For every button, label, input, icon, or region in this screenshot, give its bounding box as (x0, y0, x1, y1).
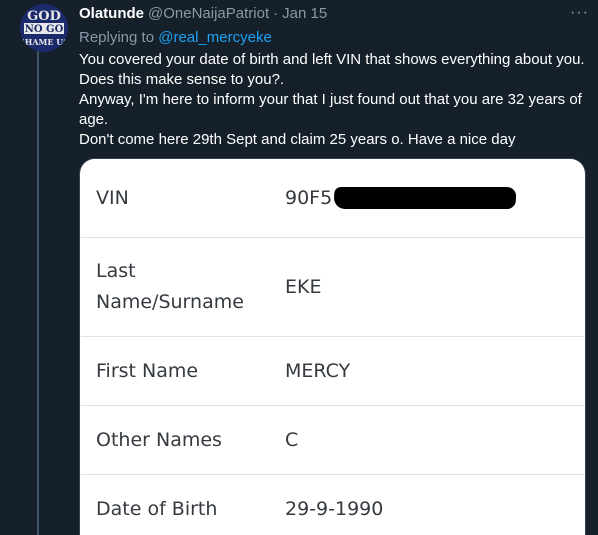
table-row: Other Names C (81, 406, 584, 475)
vin-value-text: 90F5 (285, 186, 333, 209)
tweet-header: Olatunde @OneNaijaPatriot · Jan 15 (79, 4, 589, 24)
row-value-date-of-birth: 29-9-1990 (285, 498, 384, 520)
avatar[interactable]: GOD NO GO SHAME US (20, 4, 68, 52)
tweet-text-line: You covered your date of birth and left … (79, 51, 585, 88)
row-value-surname: EKE (285, 275, 322, 298)
tweet-date[interactable]: Jan 15 (282, 4, 327, 24)
user-handle[interactable]: @OneNaijaPatriot (148, 4, 269, 24)
table-row: Last Name/Surname EKE (81, 238, 584, 337)
row-label-surname: Last Name/Surname (96, 260, 244, 313)
row-value-vin: 90F5 (285, 159, 584, 237)
avatar-text-line-3: SHAME US (20, 37, 68, 47)
god-no-go-shame-us-icon: GOD NO GO SHAME US (20, 4, 68, 52)
tweet-text-line: Anyway, I'm here to inform your that I j… (79, 91, 582, 128)
row-label-vin: VIN (96, 186, 129, 209)
display-name[interactable]: Olatunde (79, 4, 144, 24)
row-label-date-of-birth: Date of Birth (96, 498, 218, 520)
separator-dot: · (273, 5, 279, 22)
avatar-text-line-1: GOD (27, 9, 61, 24)
tweet-text: You covered your date of birth and left … (79, 50, 589, 150)
table-row: VIN 90F5 (81, 159, 584, 238)
row-value-other-names: C (285, 428, 299, 451)
table-row: First Name MERCY (81, 337, 584, 406)
row-label-other-names: Other Names (96, 428, 222, 451)
tweet-text-line: Don't come here 29th Sept and claim 25 y… (79, 131, 516, 148)
avatar-text-line-2: NO GO (25, 24, 64, 35)
thread-line (37, 50, 39, 535)
tweet: Olatunde @OneNaijaPatriot · Jan 15 ··· R… (79, 4, 589, 150)
table-row: Date of Birth 29-9-1990 (81, 475, 584, 535)
row-value-first-name: MERCY (285, 359, 351, 382)
row-label-first-name: First Name (96, 359, 199, 382)
replying-to: Replying to @real_mercyeke (79, 28, 589, 48)
vin-details-table: VIN 90F5 Last Name/Surname EKE First Nam… (81, 159, 584, 535)
reply-mention-link[interactable]: @real_mercyeke (158, 29, 272, 46)
tweet-media-image[interactable]: VIN 90F5 Last Name/Surname EKE First Nam… (79, 158, 586, 535)
replying-to-label: Replying to (79, 29, 155, 46)
more-options-icon[interactable]: ··· (570, 4, 589, 22)
redaction-mark (333, 187, 517, 209)
